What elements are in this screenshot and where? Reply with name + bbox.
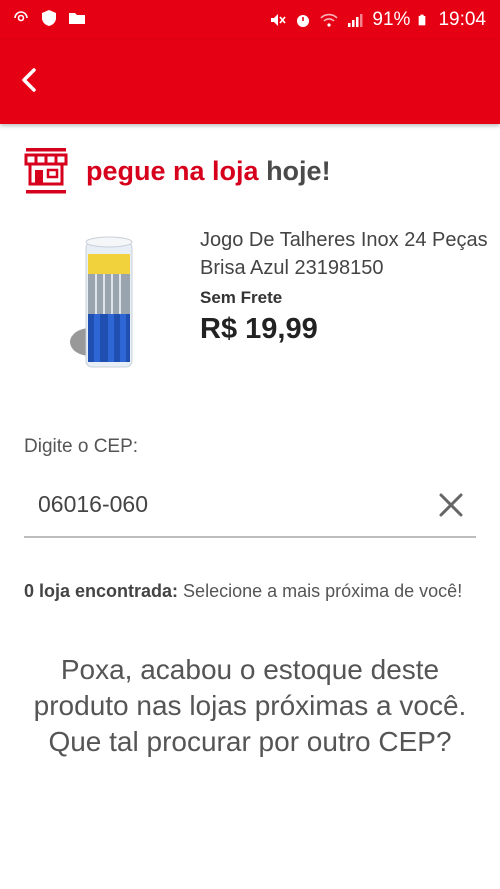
status-left	[12, 9, 86, 27]
wifi-icon	[320, 13, 339, 27]
stores-found-count: 0 loja encontrada:	[24, 581, 179, 601]
battery-level: 91%	[372, 9, 411, 30]
out-of-stock-message: Poxa, acabou o estoque deste produto nas…	[33, 654, 467, 757]
cep-field	[24, 478, 476, 538]
status-right: 91% 19:04	[268, 9, 486, 31]
stores-found-text: 0 loja encontrada: Selecione a mais próx…	[24, 578, 474, 604]
cep-input[interactable]	[38, 484, 418, 524]
back-button[interactable]	[8, 58, 52, 102]
clock: 19:04	[438, 9, 486, 30]
alarm-icon	[297, 15, 310, 27]
stores-found-hint: Selecione a mais próxima de você!	[178, 581, 463, 601]
shipping-label: Sem Frete	[200, 288, 283, 307]
store-title: pegue na loja hoje!	[86, 156, 331, 187]
product-image	[70, 236, 133, 368]
store-title-suffix: hoje!	[266, 155, 331, 186]
cep-label: Digite o CEP:	[24, 436, 139, 457]
chevron-left-icon	[22, 68, 36, 92]
close-icon	[439, 493, 463, 517]
clear-cep-button[interactable]	[436, 490, 466, 520]
mute-icon	[271, 14, 287, 26]
signal-icon	[348, 14, 363, 27]
product-name: Jogo De Talheres Inox 24 Peças Brisa Azu…	[200, 229, 488, 279]
product-price: R$ 19,99	[200, 313, 318, 345]
app-bar	[0, 40, 500, 124]
status-bar: 91% 19:04	[0, 0, 500, 40]
shield-icon	[42, 10, 56, 26]
store-title-highlight: pegue na loja	[86, 155, 259, 186]
store-pickup-header: pegue na loja hoje!	[24, 146, 331, 196]
folder-icon	[69, 13, 85, 24]
store-icon	[24, 148, 68, 194]
cast-icon	[14, 11, 28, 22]
battery-icon	[419, 14, 426, 26]
